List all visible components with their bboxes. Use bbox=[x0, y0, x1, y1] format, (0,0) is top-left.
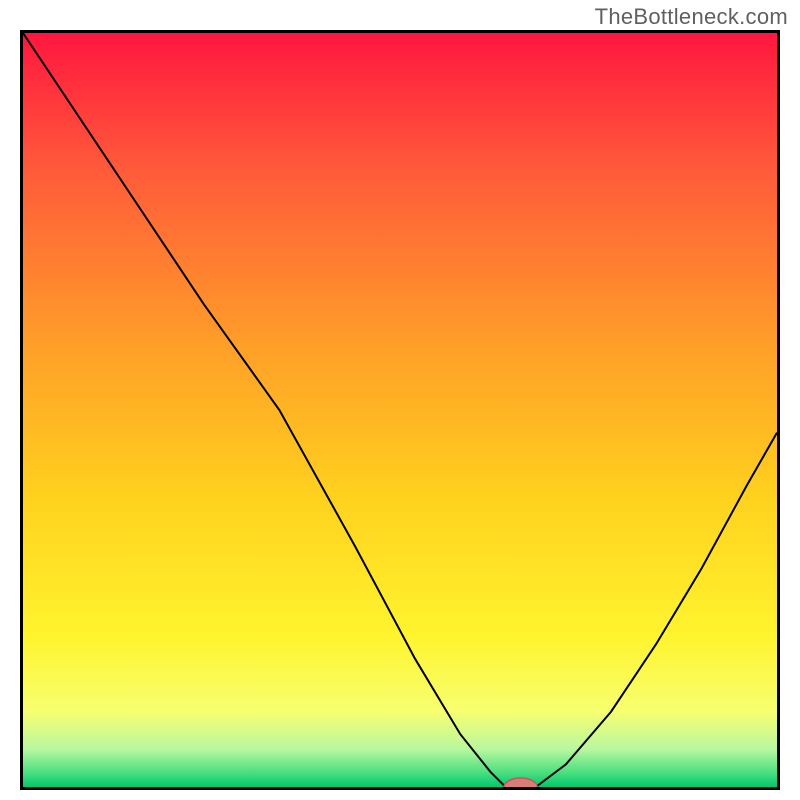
chart-container: TheBottleneck.com bbox=[0, 0, 800, 800]
watermark-text: TheBottleneck.com bbox=[595, 4, 788, 30]
plot-svg bbox=[23, 33, 777, 787]
plot-background bbox=[23, 33, 777, 787]
plot-frame bbox=[20, 30, 780, 790]
